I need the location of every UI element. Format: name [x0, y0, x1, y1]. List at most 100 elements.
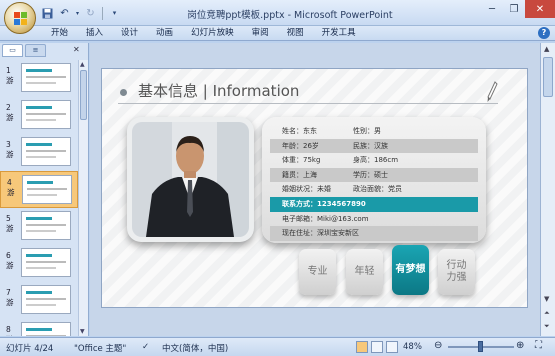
office-button[interactable] — [4, 2, 36, 34]
slide-thumbnail-row[interactable]: 8游 — [0, 319, 78, 336]
zoom-out-icon[interactable]: ⊖ — [434, 340, 442, 351]
current-slide[interactable]: 基本信息 | Information 姓名：东东 性别：男 年龄：26岁 民族：… — [101, 68, 528, 308]
scroll-up-icon[interactable]: ▲ — [544, 45, 549, 53]
fit-window-icon[interactable]: ⛶ — [535, 340, 542, 351]
pen-icon — [487, 81, 498, 102]
slide-transition-marker: 游 — [6, 113, 14, 122]
tab-review[interactable]: 审阅 — [243, 27, 278, 39]
language-indicator[interactable]: 中文(简体，中国) — [162, 342, 228, 354]
slide-transition-marker: 游 — [6, 224, 14, 233]
canvas-scroll-thumb[interactable] — [543, 57, 553, 97]
scroll-down-icon[interactable]: ▼ — [80, 328, 85, 335]
education-field: 学历：硕士 — [353, 170, 388, 179]
tab-design[interactable]: 设计 — [112, 27, 147, 39]
tab-insert[interactable]: 插入 — [77, 27, 112, 39]
minimize-icon[interactable]: ─ — [481, 0, 503, 18]
zoom-in-icon[interactable]: ⊕ — [516, 340, 524, 351]
tab-view[interactable]: 视图 — [278, 27, 313, 39]
help-icon[interactable]: ? — [538, 27, 550, 39]
thumbnail-line — [26, 230, 56, 232]
zoom-slider-thumb[interactable] — [478, 341, 483, 352]
maximize-icon[interactable]: ❐ — [503, 0, 525, 18]
canvas-scrollbar[interactable]: ▲ ▼ ⏶ ⏷ — [540, 43, 555, 336]
tab-animations[interactable]: 动画 — [147, 27, 182, 39]
title-underline — [118, 103, 498, 104]
slide-thumbnail[interactable] — [21, 322, 71, 336]
slide-thumbnail-list: 1游2游3游4游5游6游7游8游 — [0, 60, 78, 336]
slideshow-icon[interactable] — [386, 341, 398, 353]
tag-dream[interactable]: 有梦想 — [392, 245, 429, 295]
tag-young[interactable]: 年轻 — [346, 249, 383, 295]
slide-transition-marker: 游 — [7, 188, 15, 197]
slides-tab-icon[interactable]: ▭ — [2, 44, 23, 57]
thumbnail-line — [26, 82, 56, 84]
panel-scroll-thumb[interactable] — [80, 70, 87, 120]
businessman-photo — [132, 122, 249, 237]
slide-transition-marker: 游 — [6, 261, 14, 270]
marital-field: 婚姻状况：未婚 — [282, 185, 331, 194]
thumbnail-line — [26, 291, 52, 294]
save-icon[interactable] — [40, 6, 55, 21]
slide-number: 4 — [7, 178, 12, 187]
scroll-up-icon[interactable]: ▲ — [80, 61, 85, 68]
thumbnail-line — [26, 267, 56, 269]
scroll-down-icon[interactable]: ▼ — [544, 295, 549, 303]
panel-scrollbar[interactable]: ▲ ▼ — [78, 60, 88, 336]
info-row: 体重：75kg 身高：186cm — [270, 153, 478, 168]
undo-icon[interactable]: ↶ — [57, 6, 72, 21]
tab-home[interactable]: 开始 — [42, 27, 77, 39]
slide-thumbnail-row[interactable]: 3游 — [0, 134, 78, 171]
customize-qat-icon[interactable]: ▾ — [107, 6, 122, 21]
slides-panel: ▭ ≡ ✕ 1游2游3游4游5游6游7游8游 ▲ ▼ — [0, 43, 89, 336]
panel-close-icon[interactable]: ✕ — [73, 45, 80, 54]
profile-photo[interactable] — [127, 117, 254, 242]
previous-slide-icon[interactable]: ⏶ — [544, 309, 550, 318]
theme-name[interactable]: "Office 主题" — [74, 342, 126, 354]
contact-row: 联系方式：1234567890 — [270, 196, 478, 212]
slide-thumbnail-row[interactable]: 5游 — [0, 208, 78, 245]
thumbnail-line — [26, 113, 66, 115]
thumbnail-line — [26, 261, 66, 263]
slide-thumbnail[interactable] — [21, 100, 71, 129]
slide-thumbnail[interactable] — [21, 248, 71, 277]
address-field: 现在住址：深圳宝安新区 — [282, 229, 359, 238]
slide-thumbnail[interactable] — [21, 285, 71, 314]
tag-professional[interactable]: 专业 — [299, 249, 336, 295]
normal-view-icon[interactable] — [356, 341, 368, 353]
info-row: 年龄：26岁 民族：汉族 — [270, 138, 478, 154]
thumbnail-line — [26, 76, 66, 78]
thumbnail-line — [26, 106, 52, 109]
thumbnail-line — [26, 143, 52, 146]
office-button-icon — [14, 12, 27, 25]
redo-icon[interactable]: ↻ — [83, 6, 98, 21]
slide-thumbnail[interactable] — [21, 211, 71, 240]
slide-thumbnail[interactable] — [21, 63, 71, 92]
slide-thumbnail[interactable] — [22, 175, 72, 204]
info-row: 籍贯：上海 学历：硕士 — [270, 167, 478, 183]
undo-dropdown-icon[interactable]: ▾ — [74, 6, 81, 21]
window-title: 岗位竞聘ppt模板.pptx - Microsoft PowerPoint — [187, 10, 393, 21]
slide-thumbnail[interactable] — [21, 137, 71, 166]
slide-thumbnail-row[interactable]: 7游 — [0, 282, 78, 319]
slide-thumbnail-row[interactable]: 4游 — [0, 171, 78, 208]
slide-thumbnail-row[interactable]: 2游 — [0, 97, 78, 134]
next-slide-icon[interactable]: ⏷ — [544, 322, 550, 331]
zoom-level[interactable]: 48% — [403, 342, 422, 352]
tag-action[interactable]: 行动 力强 — [438, 249, 475, 295]
slide-title[interactable]: 基本信息 | Information — [138, 80, 299, 101]
check-icon[interactable]: ✓ — [142, 342, 149, 352]
tab-slideshow[interactable]: 幻灯片放映 — [182, 27, 243, 39]
slide-thumbnail-row[interactable]: 1游 — [0, 60, 78, 97]
tab-developer[interactable]: 开发工具 — [313, 27, 365, 39]
slide-thumbnail-row[interactable]: 6游 — [0, 245, 78, 282]
info-card[interactable]: 姓名：东东 性别：男 年龄：26岁 民族：汉族 体重：75kg 身高：186cm… — [262, 117, 486, 243]
slide-sorter-icon[interactable] — [371, 341, 383, 353]
qat-separator — [102, 6, 103, 20]
close-icon[interactable]: ✕ — [525, 0, 555, 18]
slide-transition-marker: 游 — [6, 298, 14, 307]
slide-number: 3 — [6, 140, 11, 149]
thumbnail-line — [26, 335, 66, 336]
window-controls: ─ ❐ ✕ — [481, 0, 555, 18]
thumbnail-line — [26, 328, 52, 331]
outline-tab-icon[interactable]: ≡ — [25, 44, 46, 57]
